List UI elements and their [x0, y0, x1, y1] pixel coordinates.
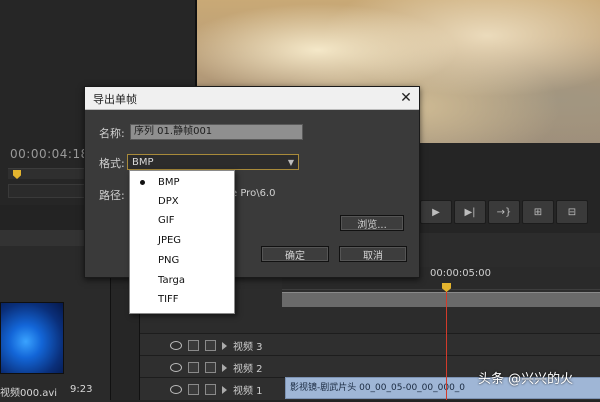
watermark-text: 头条 @兴兴的火 — [478, 372, 574, 387]
expand-track-icon[interactable] — [222, 341, 227, 350]
format-option-targa[interactable]: Targa — [130, 271, 234, 290]
insert-button[interactable]: ⊞ — [522, 200, 554, 224]
go-to-out-icon: →} — [496, 206, 512, 218]
path-value: e Pro\6.0 — [231, 188, 276, 199]
format-option-label: JPEG — [158, 235, 182, 246]
format-option-tiff[interactable]: TIFF — [130, 290, 234, 309]
browse-button[interactable]: 浏览... — [340, 215, 404, 231]
eye-icon[interactable] — [170, 341, 182, 350]
timeline-ruler-timecode: 00:00:05:00 — [430, 268, 492, 279]
format-option-label: BMP — [158, 177, 180, 188]
name-label: 名称: — [99, 127, 125, 140]
path-label: 路径: — [99, 189, 125, 202]
timeline-work-area-bar[interactable] — [282, 292, 600, 307]
insert-icon: ⊞ — [533, 206, 543, 218]
expand-track-icon[interactable] — [222, 385, 227, 394]
track-label: 视频 1 — [233, 386, 263, 397]
source-timecode[interactable]: 00:00:04:18 — [10, 147, 89, 161]
format-option-gif[interactable]: GIF — [130, 211, 234, 230]
format-option-label: DPX — [158, 196, 179, 207]
step-forward-icon: ▶| — [464, 206, 476, 218]
eye-icon[interactable] — [170, 385, 182, 394]
track-label: 视频 2 — [233, 364, 263, 375]
dialog-titlebar[interactable]: 导出单帧 ✕ — [85, 87, 419, 110]
play-button[interactable]: ▶ — [420, 200, 452, 224]
format-option-label: TIFF — [158, 294, 179, 305]
sync-lock-icon[interactable] — [188, 340, 199, 351]
format-option-dpx[interactable]: DPX — [130, 192, 234, 211]
cancel-button[interactable]: 取消 — [339, 246, 407, 262]
format-option-png[interactable]: PNG — [130, 251, 234, 270]
ok-button[interactable]: 确定 — [261, 246, 329, 262]
eye-icon[interactable] — [170, 363, 182, 372]
project-clip-name[interactable]: 视频000.avi — [0, 384, 57, 399]
format-option-bmp[interactable]: BMP — [130, 173, 234, 192]
program-transport-controls: ▶ ▶| →} ⊞ ⊟ — [420, 200, 588, 224]
expand-track-icon[interactable] — [222, 363, 227, 372]
format-select-value: BMP — [132, 157, 154, 168]
track-label: 视频 3 — [233, 342, 263, 353]
overwrite-icon: ⊟ — [567, 206, 577, 218]
name-field[interactable]: 序列 01.静帧001 — [130, 124, 303, 140]
overwrite-button[interactable]: ⊟ — [556, 200, 588, 224]
sync-lock-icon[interactable] — [188, 384, 199, 395]
format-label: 格式: — [99, 157, 125, 170]
play-icon: ▶ — [432, 206, 440, 218]
format-option-label: GIF — [158, 215, 175, 226]
dialog-title: 导出单帧 — [93, 93, 137, 106]
step-forward-button[interactable]: ▶| — [454, 200, 486, 224]
track-lock-icon[interactable] — [205, 362, 216, 373]
timeline-playhead-line[interactable] — [446, 284, 447, 400]
selected-bullet-icon — [140, 180, 145, 185]
track-row[interactable]: 视频 3 — [140, 333, 600, 356]
sync-lock-icon[interactable] — [188, 362, 199, 373]
format-option-label: PNG — [158, 255, 180, 266]
format-option-label: Targa — [158, 275, 185, 286]
format-dropdown-list: BMP DPX GIF JPEG PNG Targa TIFF — [129, 170, 235, 314]
track-lock-icon[interactable] — [205, 340, 216, 351]
track-lock-icon[interactable] — [205, 384, 216, 395]
project-clip-duration: 9:23 — [70, 384, 93, 395]
close-icon[interactable]: ✕ — [397, 89, 415, 107]
chevron-down-icon: ▼ — [287, 158, 294, 167]
format-select[interactable]: BMP ▼ — [127, 154, 299, 170]
project-clip-thumbnail[interactable] — [0, 302, 64, 374]
format-option-jpeg[interactable]: JPEG — [130, 231, 234, 250]
go-to-out-button[interactable]: →} — [488, 200, 520, 224]
